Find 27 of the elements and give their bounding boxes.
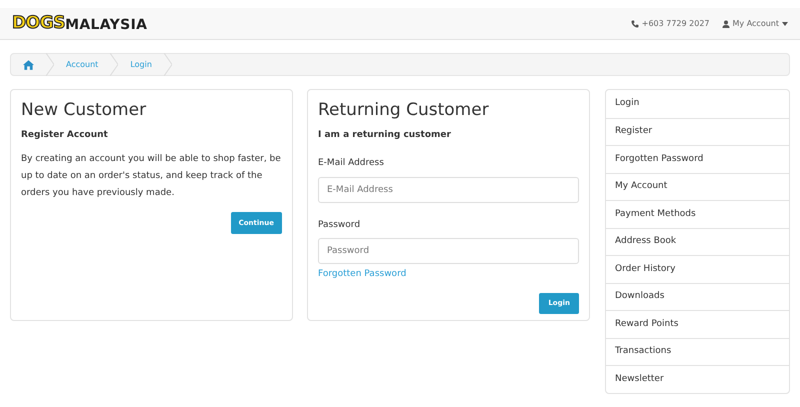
field-label: E-Mail Address — [318, 157, 385, 170]
sidebar-item[interactable]: Payment Methods — [606, 200, 789, 228]
logo[interactable]: DOGSMALAYSIA — [12, 10, 148, 36]
sidebar-item[interactable]: Reward Points — [606, 310, 789, 338]
card-subtitle: I am a returning customer — [318, 128, 452, 142]
sidebar-item[interactable]: Forgotten Password — [606, 145, 789, 172]
sidebar-item[interactable]: My Account — [606, 172, 789, 200]
sidebar-item[interactable]: Address Book — [606, 228, 789, 255]
card-subtitle: Register Account — [21, 128, 109, 142]
field-label: Password — [318, 218, 362, 232]
sidebar-item[interactable]: Newsletter — [606, 365, 789, 392]
sidebar-item[interactable]: Downloads — [606, 282, 789, 310]
card-title: New Customer — [21, 99, 148, 122]
sidebar-item[interactable]: Transactions — [606, 338, 789, 365]
sidebar-item[interactable]: Order History — [606, 255, 789, 282]
sidebar-item[interactable]: Login — [606, 90, 789, 118]
home-icon — [23, 60, 34, 70]
user-icon — [722, 20, 730, 28]
card-title: Returning Customer — [318, 99, 490, 122]
sidebar-item[interactable]: Register — [606, 118, 789, 145]
description-text: By creating an account you will be able to shop faster, be up to date on an order's status, and keep track of the orders you have previously made. — [21, 153, 282, 200]
phone-number: +603 7729 2027 — [642, 18, 710, 30]
input-field[interactable]: E-Mail Address — [318, 176, 579, 202]
phone-icon — [630, 20, 639, 28]
input-field[interactable]: Password — [318, 238, 579, 264]
account-menu[interactable]: My Account — [722, 18, 788, 30]
caret-icon — [782, 22, 788, 26]
